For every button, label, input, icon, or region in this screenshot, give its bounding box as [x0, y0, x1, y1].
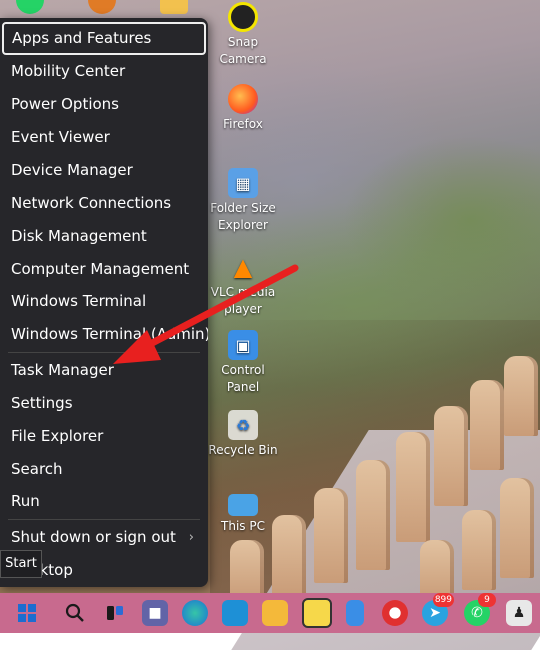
whatsapp-badge: 9	[478, 593, 496, 607]
menu-item-network-connections[interactable]: Network Connections	[0, 187, 208, 220]
phone-link-button[interactable]	[346, 600, 364, 626]
menu-item-disk-management[interactable]: Disk Management	[0, 220, 208, 253]
menu-item-settings[interactable]: Settings	[0, 387, 208, 420]
telegram-button[interactable]: ➤ 899	[422, 593, 454, 626]
windows-logo-icon	[18, 604, 36, 622]
task-view-button[interactable]	[102, 600, 128, 626]
media-app-button[interactable]	[382, 600, 408, 626]
whatsapp-desktop-icon[interactable]	[16, 0, 44, 14]
search-icon	[65, 603, 84, 622]
task-view-icon	[107, 606, 123, 620]
desktop-icon-this-pc[interactable]: This PC	[208, 494, 278, 535]
desktop-icon-folder-size-explorer[interactable]: ▦ Folder Size Explorer	[208, 168, 278, 234]
desktop-icon-recycle-bin[interactable]: ♻ Recycle Bin	[208, 410, 278, 459]
menu-separator	[8, 519, 200, 520]
chevron-right-icon: ›	[188, 530, 194, 545]
recycle-bin-icon: ♻	[228, 410, 258, 440]
menu-item-label: Shut down or sign out	[11, 528, 176, 546]
chat-icon: ■	[148, 605, 162, 621]
whatsapp-button[interactable]: ✆ 9	[464, 593, 496, 626]
teams-chat-button[interactable]: ■	[142, 600, 168, 626]
start-button[interactable]	[14, 600, 40, 626]
desktop-icon-label: Recycle Bin	[208, 443, 278, 457]
edge-button[interactable]	[182, 600, 208, 626]
start-tooltip: Start	[0, 550, 42, 578]
menu-item-file-explorer[interactable]: File Explorer	[0, 420, 208, 453]
camera-icon	[228, 2, 258, 32]
desktop-icon-label: Snap Camera	[219, 35, 267, 66]
red-arrow-annotation	[113, 264, 299, 364]
menu-item-run[interactable]: Run	[0, 485, 208, 518]
desktop-icon-label: Firefox	[223, 117, 263, 131]
taskbar: ■ ➤ 899 ✆ 9 ♟	[0, 593, 540, 633]
desktop-icon-snap-camera[interactable]: Snap Camera	[208, 2, 278, 68]
menu-item-device-manager[interactable]: Device Manager	[0, 154, 208, 187]
folder-desktop-icon[interactable]	[160, 0, 188, 14]
reader-app-button[interactable]: ♟	[506, 600, 532, 626]
menu-item-apps-and-features[interactable]: Apps and Features	[2, 22, 206, 55]
this-pc-icon	[228, 494, 258, 516]
partial-top-icons	[0, 0, 210, 20]
firefox-icon	[228, 84, 258, 114]
search-button[interactable]	[62, 600, 88, 626]
menu-item-search[interactable]: Search	[0, 453, 208, 486]
tips-button[interactable]	[262, 600, 288, 626]
reader-icon: ♟	[512, 605, 526, 621]
folder-size-icon: ▦	[228, 168, 258, 198]
menu-item-power-options[interactable]: Power Options	[0, 88, 208, 121]
app-desktop-icon[interactable]	[88, 0, 116, 14]
monitor-app-button[interactable]	[222, 600, 248, 626]
menu-item-mobility-center[interactable]: Mobility Center	[0, 55, 208, 88]
menu-item-event-viewer[interactable]: Event Viewer	[0, 121, 208, 154]
whatsapp-icon: ✆	[471, 605, 483, 621]
telegram-icon: ➤	[429, 605, 441, 621]
desktop-icon-label: This PC	[221, 519, 265, 533]
desktop-icon-firefox[interactable]: Firefox	[208, 84, 278, 133]
telegram-badge: 899	[432, 593, 454, 607]
sticky-notes-button[interactable]	[302, 598, 332, 628]
desktop-icon-label: Folder Size Explorer	[210, 201, 276, 232]
